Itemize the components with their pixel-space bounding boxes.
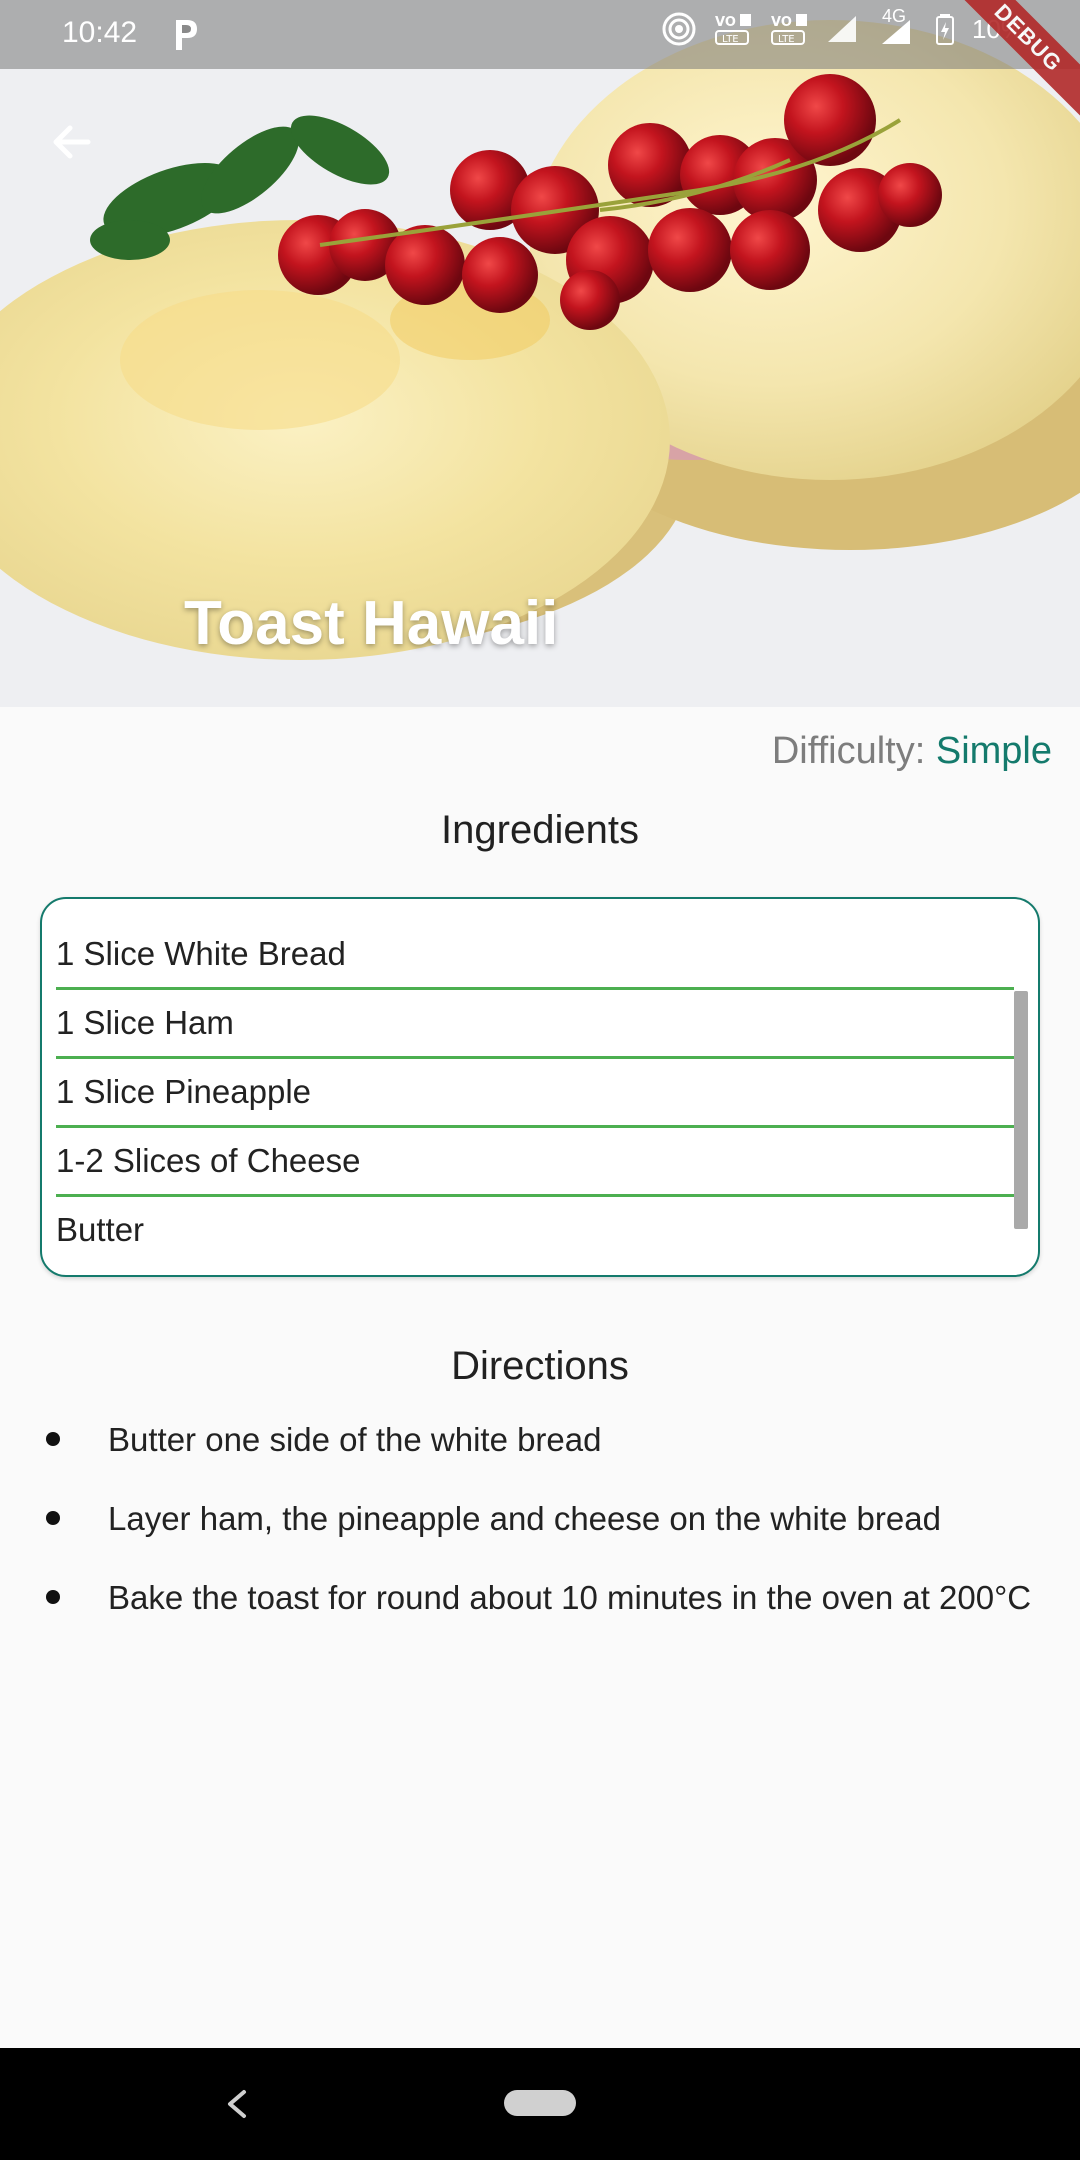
ingredient-item: 1 Slice Ham — [56, 990, 1014, 1059]
difficulty-row: Difficulty: Simple — [772, 730, 1052, 773]
volte-1-icon: VO LTE — [714, 14, 751, 45]
direction-text: Layer ham, the pineapple and cheese on t… — [108, 1500, 941, 1537]
hotspot-icon — [662, 12, 696, 46]
bullet-icon — [46, 1590, 60, 1604]
status-bar: 10:42 VO LTE VO LTE 4G — [0, 0, 1080, 69]
nav-back-icon[interactable] — [218, 2084, 258, 2124]
system-nav-bar — [0, 2048, 1080, 2160]
volte-2-icon: VO LTE — [770, 14, 807, 45]
status-time: 10:42 — [62, 16, 138, 49]
svg-text:LTE: LTE — [722, 34, 739, 45]
svg-text:VO: VO — [715, 15, 736, 30]
bullet-icon — [46, 1511, 60, 1525]
ingredients-list[interactable]: 1 Slice White Bread 1 Slice Ham 1 Slice … — [56, 921, 1014, 1266]
direction-text: Bake the toast for round about 10 minute… — [108, 1579, 1032, 1616]
recipe-title: Toast Hawaii — [184, 589, 559, 658]
bullet-icon — [46, 1432, 60, 1446]
difficulty-value: Simple — [935, 730, 1052, 772]
direction-step: Bake the toast for round about 10 minute… — [0, 1568, 1080, 1628]
battery-icon — [935, 14, 954, 45]
difficulty-label: Difficulty: — [771, 730, 926, 772]
recipe-hero-image: 10:42 VO LTE VO LTE 4G DEBUG Toast Hawai… — [0, 0, 1080, 707]
parking-app-icon — [176, 20, 197, 50]
arrow-back-icon — [53, 125, 91, 159]
signal-icon — [827, 16, 856, 42]
ingredient-item: Butter — [56, 1211, 145, 1248]
signal-4g-icon: 4G — [878, 6, 918, 46]
direction-step: Butter one side of the white bread — [0, 1410, 1080, 1470]
ingredients-card[interactable]: 1 Slice White Bread 1 Slice Ham 1 Slice … — [40, 897, 1040, 1277]
ingredient-item: 1 Slice White Bread — [56, 921, 1014, 990]
ingredient-item: 1 Slice Pineapple — [56, 1059, 1014, 1128]
svg-text:LTE: LTE — [778, 34, 795, 45]
svg-text:VO: VO — [771, 15, 792, 30]
ingredient-item: 1-2 Slices of Cheese — [56, 1128, 1014, 1197]
directions-title: Directions — [451, 1344, 629, 1388]
back-button[interactable] — [40, 110, 104, 174]
direction-text: Butter one side of the white bread — [108, 1421, 602, 1458]
ingredients-title: Ingredients — [441, 808, 639, 852]
home-pill-button[interactable] — [504, 2090, 576, 2116]
ingredients-scrollbar[interactable] — [1014, 991, 1028, 1229]
direction-step: Layer ham, the pineapple and cheese on t… — [0, 1489, 1080, 1549]
